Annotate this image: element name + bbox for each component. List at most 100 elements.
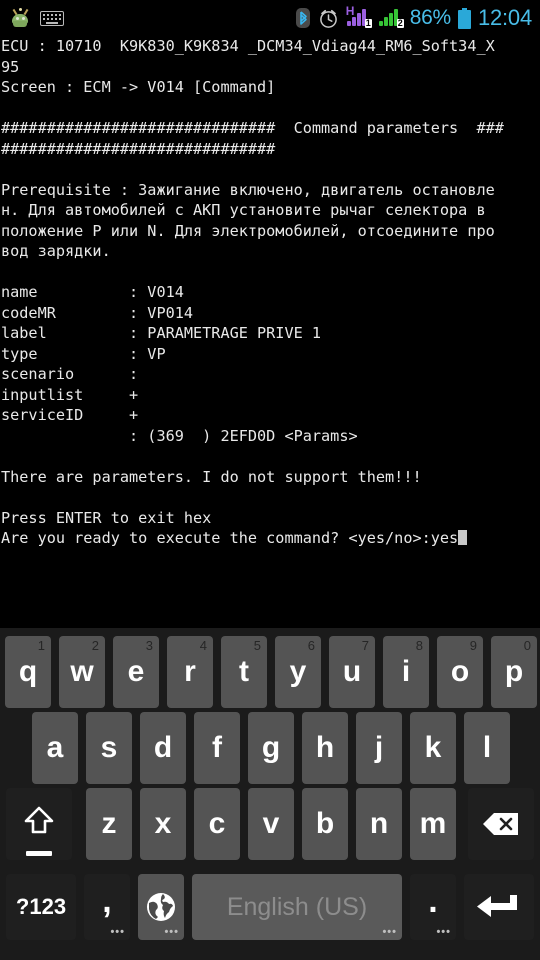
key-j[interactable]: j — [356, 712, 402, 784]
key-label: a — [46, 731, 64, 764]
key-c[interactable]: c — [194, 788, 240, 860]
key-l[interactable]: l — [464, 712, 510, 784]
text-cursor — [458, 530, 468, 545]
key-label: f — [212, 731, 222, 764]
key-number-hint: 1 — [37, 638, 45, 653]
key-m[interactable]: m — [410, 788, 456, 860]
key-s[interactable]: s — [86, 712, 132, 784]
backspace-key[interactable] — [468, 788, 534, 860]
clock-label: 12:04 — [477, 5, 532, 30]
key-g[interactable]: g — [248, 712, 294, 784]
terminal-line: 95 — [1, 57, 20, 76]
terminal-line: serviceID + — [1, 406, 139, 424]
key-number-hint: 8 — [415, 638, 423, 653]
key-e[interactable]: e3 — [113, 636, 159, 708]
key-label: h — [315, 731, 335, 764]
terminal-line: н. Для автомобилей с АКП установите рыча… — [1, 201, 486, 219]
period-key-label: . — [428, 882, 438, 920]
terminal-line: type : VP — [1, 344, 166, 363]
key-i[interactable]: i8 — [383, 636, 429, 708]
language-switch-key[interactable]: ••• — [138, 874, 184, 940]
key-p[interactable]: p0 — [491, 636, 537, 708]
key-v[interactable]: v — [248, 788, 294, 860]
space-key[interactable]: English (US) ••• — [192, 874, 402, 940]
key-label: e — [127, 655, 145, 688]
terminal-output[interactable]: ECU : 10710 K9K830_K9K834 _DCM34_Vdiag44… — [0, 36, 540, 628]
enter-icon — [477, 895, 517, 917]
terminal-line: inputlist + — [1, 385, 139, 404]
signal-icon-sim2: 2 — [378, 8, 404, 28]
terminal-line: ############################## — [1, 139, 276, 158]
key-x[interactable]: x — [140, 788, 186, 860]
key-label: t — [239, 655, 249, 688]
status-bar: H 1 2 86% 12:04 — [0, 0, 540, 36]
key-label: u — [342, 655, 362, 688]
key-w[interactable]: w2 — [59, 636, 105, 708]
space-key-label: English (US) — [226, 892, 368, 921]
key-z[interactable]: z — [86, 788, 132, 860]
key-r[interactable]: r4 — [167, 636, 213, 708]
key-f[interactable]: f — [194, 712, 240, 784]
keyboard-row-1: q1w2e3r4t5y6u7i8o9p0 — [0, 636, 540, 708]
key-q[interactable]: q1 — [5, 636, 51, 708]
key-n[interactable]: n — [356, 788, 402, 860]
key-b[interactable]: b — [302, 788, 348, 860]
key-label: d — [153, 731, 173, 764]
key-u[interactable]: u7 — [329, 636, 375, 708]
key-label: g — [261, 731, 281, 764]
key-label: l — [482, 731, 492, 764]
key-label: p — [504, 655, 524, 688]
terminal-line: name : V014 — [1, 283, 184, 301]
key-label: y — [289, 655, 307, 688]
terminal-line: : (369 ) 2EFD0D <Params> — [1, 426, 358, 445]
key-number-hint: 5 — [253, 638, 261, 653]
battery-percent-label: 86% — [409, 6, 451, 29]
globe-icon — [147, 893, 175, 921]
shift-key[interactable] — [6, 788, 72, 860]
long-press-dots: ••• — [164, 926, 179, 938]
terminal-line: Screen : ECM -> V014 [Command] — [1, 78, 276, 96]
key-label: v — [262, 807, 280, 840]
symbols-key[interactable]: ?123 — [6, 874, 76, 940]
key-label: k — [424, 731, 442, 764]
key-a[interactable]: a — [32, 712, 78, 784]
key-h[interactable]: h — [302, 712, 348, 784]
key-label: w — [70, 655, 94, 688]
key-number-hint: 0 — [523, 638, 531, 653]
long-press-dots: ••• — [110, 926, 125, 938]
terminal-line: ECU : 10710 K9K830_K9K834 _DCM34_Vdiag44… — [1, 37, 495, 55]
terminal-line: codeMR : VP014 — [1, 303, 194, 322]
key-label: x — [154, 807, 172, 840]
comma-key[interactable]: , ••• — [84, 874, 130, 940]
key-t[interactable]: t5 — [221, 636, 267, 708]
key-label: j — [374, 731, 384, 764]
key-number-hint: 9 — [469, 638, 477, 653]
terminal-line: Prerequisite : Зажигание включено, двига… — [1, 180, 495, 199]
key-number-hint: 6 — [307, 638, 315, 653]
terminal-line: scenario : — [1, 365, 139, 383]
sim-number-1: 1 — [364, 18, 372, 28]
on-screen-keyboard[interactable]: q1w2e3r4t5y6u7i8o9p0 asdfghjkl zxcvbnm ?… — [0, 628, 540, 960]
enter-key[interactable] — [464, 874, 534, 940]
key-k[interactable]: k — [410, 712, 456, 784]
key-y[interactable]: y6 — [275, 636, 321, 708]
key-o[interactable]: o9 — [437, 636, 483, 708]
key-number-hint: 4 — [199, 638, 207, 653]
status-bar-left-icons — [0, 8, 64, 28]
period-key[interactable]: . ••• — [410, 874, 456, 940]
key-label: m — [419, 807, 447, 840]
long-press-dots: ••• — [382, 926, 397, 938]
shift-arrow-icon — [22, 804, 56, 844]
key-label: r — [184, 655, 196, 688]
key-label: i — [401, 655, 411, 688]
terminal-line: Press ENTER to exit hex — [1, 508, 212, 527]
key-number-hint: 3 — [145, 638, 153, 653]
key-d[interactable]: d — [140, 712, 186, 784]
android-mascot-icon — [9, 8, 31, 28]
key-label: q — [18, 655, 38, 688]
terminal-prompt-line: Are you ready to execute the command? <y… — [0, 528, 540, 549]
keyboard-row-4: ?123 , ••• ••• English (US) ••• . ••• — [0, 874, 540, 940]
